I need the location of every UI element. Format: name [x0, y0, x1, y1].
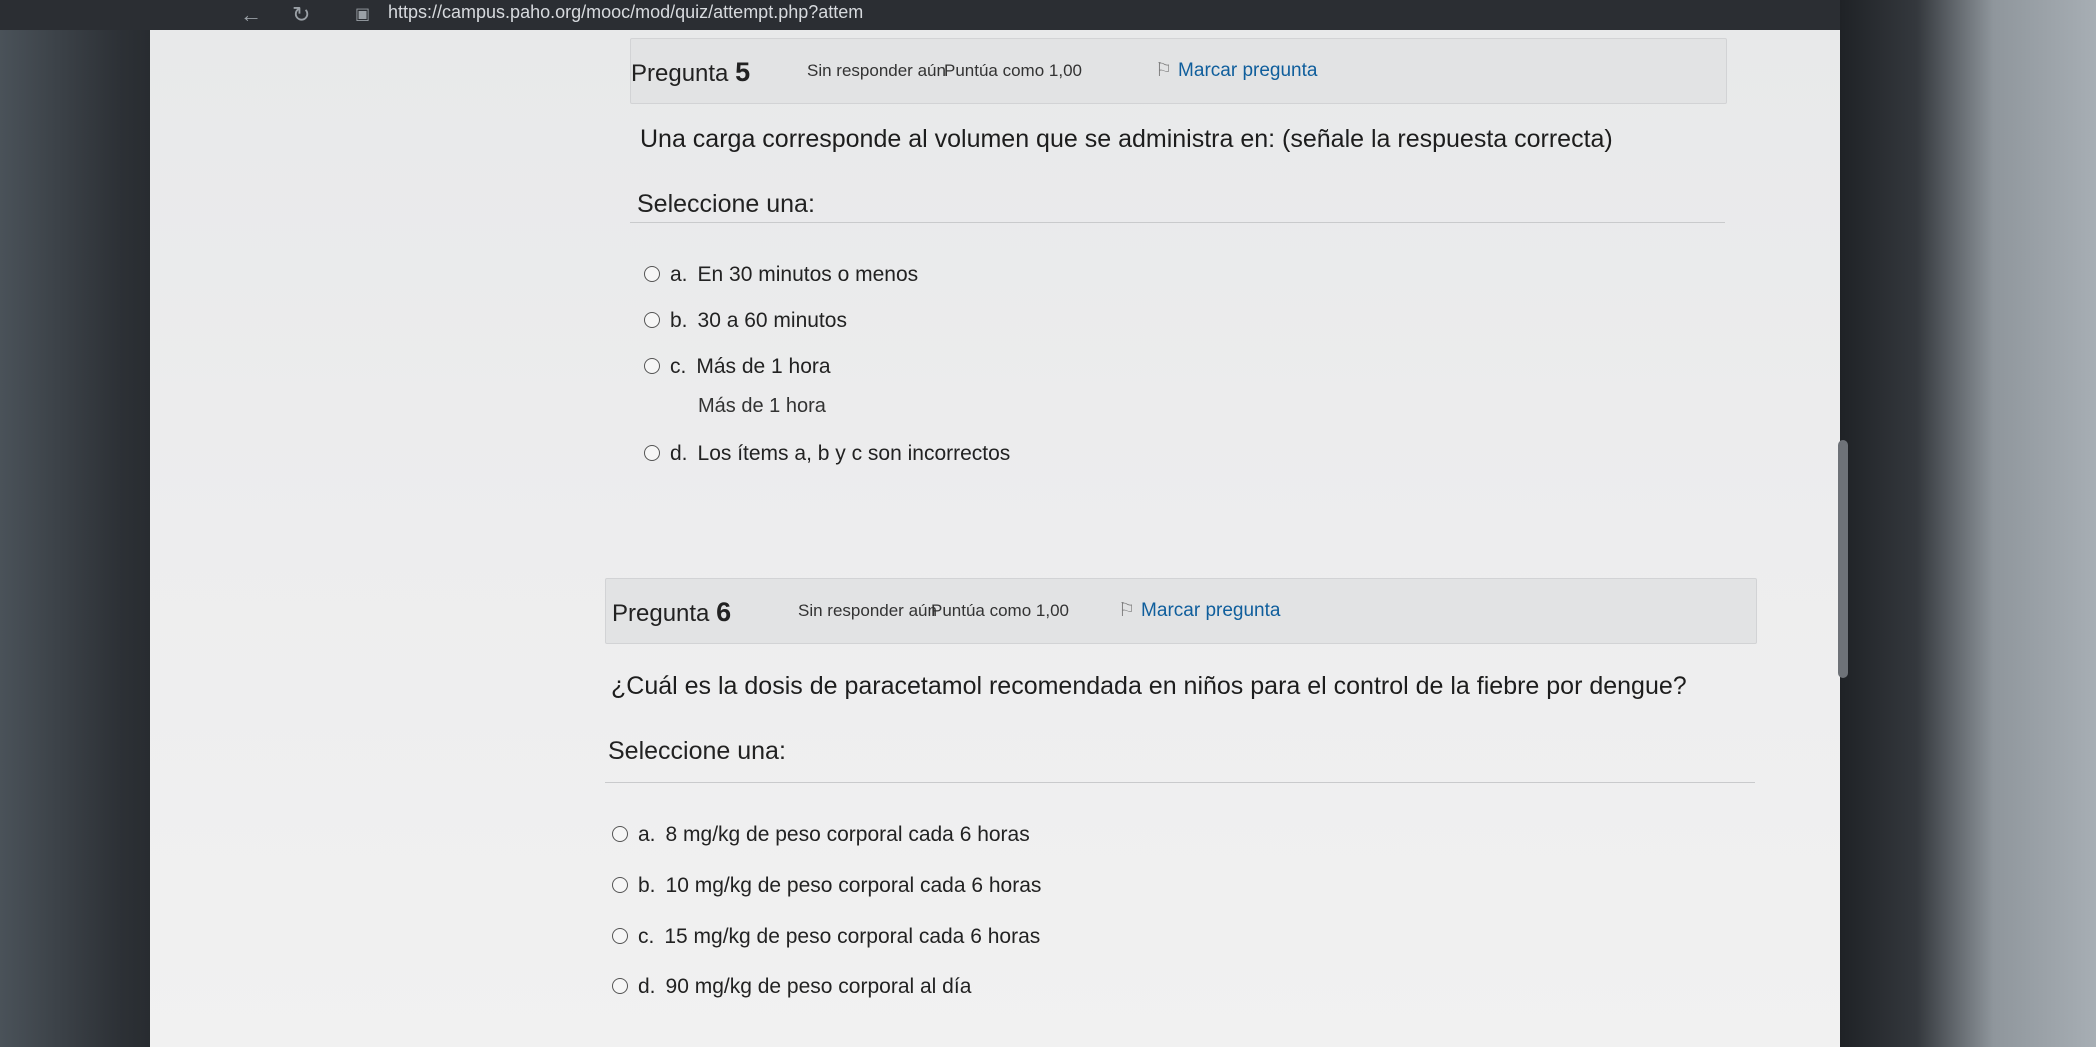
question-info-bar: Pregunta 5 Sin responder aún Puntúa como… — [630, 38, 1727, 104]
question-state: Sin responder aún — [807, 61, 946, 80]
scrollbar-thumb[interactable] — [1838, 440, 1848, 678]
select-one-prompt: Seleccione una: — [637, 190, 815, 218]
flag-question-link[interactable]: ⚐ Marcar pregunta — [1155, 59, 1317, 82]
browser-toolbar: ← ↻ ▣ https://campus.paho.org/mooc/mod/q… — [0, 0, 2096, 30]
radio-button[interactable] — [644, 445, 660, 461]
radio-button[interactable] — [644, 266, 660, 282]
question-state: Sin responder aún — [798, 601, 937, 620]
question-text: ¿Cuál es la dosis de paracetamol recomen… — [611, 672, 1687, 700]
divider — [605, 782, 1755, 783]
address-bar[interactable]: https://campus.paho.org/mooc/mod/quiz/at… — [388, 2, 863, 23]
radio-button[interactable] — [612, 978, 628, 994]
radio-button[interactable] — [644, 312, 660, 328]
flag-icon: ⚐ — [1155, 60, 1173, 81]
radio-button[interactable] — [644, 358, 660, 374]
back-arrow-icon[interactable]: ← — [240, 2, 262, 28]
question-grade: Puntúa como 1,00 — [944, 61, 1082, 80]
reload-icon[interactable]: ↻ — [292, 2, 310, 28]
question-grade: Puntúa como 1,00 — [931, 601, 1069, 620]
question-number: Pregunta 5 — [631, 57, 751, 87]
lock-icon: ▣ — [355, 6, 371, 23]
question-text: Una carga corresponde al volumen que se … — [640, 125, 1613, 153]
answer-extra-text: Más de 1 hora — [698, 395, 826, 417]
monitor-bezel-right — [1840, 0, 2096, 1047]
select-one-prompt: Seleccione una: — [608, 737, 786, 765]
radio-button[interactable] — [612, 928, 628, 944]
answer-option[interactable]: b. 30 a 60 minutos — [644, 309, 847, 333]
answer-option[interactable]: c. 15 mg/kg de peso corporal cada 6 horas — [612, 925, 1040, 949]
radio-button[interactable] — [612, 826, 628, 842]
answer-option[interactable]: b. 10 mg/kg de peso corporal cada 6 horas — [612, 874, 1041, 898]
question-info-bar: Pregunta 6 Sin responder aún Puntúa como… — [605, 578, 1757, 644]
flag-question-link[interactable]: ⚐ Marcar pregunta — [1118, 599, 1280, 622]
answer-option[interactable]: a. En 30 minutos o menos — [644, 263, 918, 287]
answer-option[interactable]: a. 8 mg/kg de peso corporal cada 6 horas — [612, 823, 1030, 847]
flag-icon: ⚐ — [1118, 600, 1136, 621]
question-number: Pregunta 6 — [612, 597, 732, 627]
answer-option[interactable]: c. Más de 1 hora — [644, 355, 831, 379]
quiz-page: Pregunta 5 Sin responder aún Puntúa como… — [150, 30, 1850, 1047]
answer-option[interactable]: d. Los ítems a, b y c son incorrectos — [644, 442, 1010, 466]
divider — [630, 222, 1725, 223]
radio-button[interactable] — [612, 877, 628, 893]
answer-option[interactable]: d. 90 mg/kg de peso corporal al día — [612, 975, 971, 999]
